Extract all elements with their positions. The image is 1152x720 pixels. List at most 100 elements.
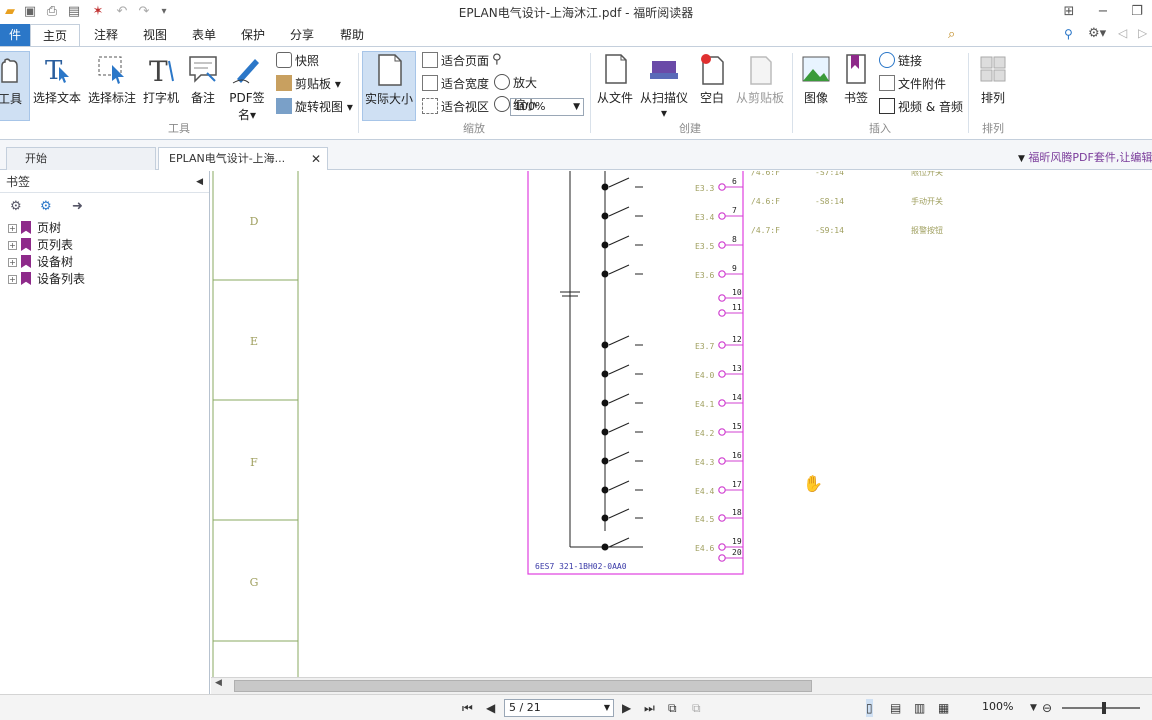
bookmark-goto-icon[interactable]: ➜: [72, 199, 83, 214]
prev-page-icon[interactable]: ◀: [486, 699, 495, 717]
junction-dot: [601, 370, 609, 378]
tab-file[interactable]: 件: [0, 24, 30, 46]
find-folder-icon[interactable]: ⌕: [948, 27, 955, 42]
arrange-icon: [980, 56, 1006, 82]
zoom-magnifier-icon: ⚲: [492, 52, 502, 67]
select-text-button[interactable]: T 选择文本: [32, 51, 82, 121]
link-icon: [879, 52, 895, 68]
zoom-slider-thumb[interactable]: [1102, 702, 1106, 714]
single-page-icon[interactable]: ▯: [866, 699, 873, 717]
next-page-icon[interactable]: ▶: [622, 699, 631, 717]
tab-form[interactable]: 表单: [182, 24, 226, 46]
tab-help[interactable]: 帮助: [330, 24, 374, 46]
row-letter-e: E: [250, 335, 258, 348]
pin-number: 20: [732, 548, 742, 557]
next-arrow-icon[interactable]: ▷: [1138, 26, 1147, 40]
hand-tool-button[interactable]: 工具: [0, 51, 30, 121]
hand-icon: [1, 58, 18, 83]
first-page-icon[interactable]: ⏮: [462, 699, 473, 717]
rotate-view-button[interactable]: 旋转视图 ▾: [276, 97, 353, 117]
tab-share[interactable]: 分享: [280, 24, 324, 46]
fit-visible-button[interactable]: 适合视区: [422, 97, 489, 117]
document-canvas[interactable]: D E F G 6ES7 321-1BH02-0AA0 E3.3 6 E3.4 7 E3…: [211, 171, 1152, 677]
terminal-circle: [718, 543, 726, 551]
clipboard-icon: [276, 75, 292, 91]
chevron-down-icon: ▼: [603, 703, 610, 712]
bookmark-item[interactable]: + 页树: [8, 220, 61, 237]
expand-icon[interactable]: +: [8, 275, 17, 284]
insert-bookmark-button[interactable]: 书签: [838, 51, 874, 121]
restore-button[interactable]: ❐: [1126, 2, 1148, 22]
page-number-input[interactable]: 5 / 21 ▼: [504, 699, 614, 717]
arrange-button[interactable]: 排列: [974, 51, 1012, 121]
continuous-icon[interactable]: ▤: [890, 699, 901, 717]
zoom-out-button[interactable]: 缩小: [494, 95, 537, 115]
select-annotation-button[interactable]: 选择标注: [86, 51, 138, 121]
actual-size-button[interactable]: 实际大小: [362, 51, 416, 121]
minimize-button[interactable]: −: [1092, 2, 1114, 22]
fit-page-button[interactable]: 适合页面: [422, 51, 489, 71]
bookmark-item[interactable]: + 设备树: [8, 254, 73, 271]
ribbon-separator: [590, 53, 591, 133]
file-attachment-button[interactable]: 文件附件: [879, 74, 946, 94]
search-icon[interactable]: ⚲: [1064, 27, 1073, 41]
zoom-level[interactable]: 100%: [982, 700, 1013, 713]
previous-view-icon[interactable]: ⧉: [668, 699, 677, 717]
scroll-thumb[interactable]: [234, 680, 812, 692]
facing-icon[interactable]: ▥: [914, 699, 925, 717]
pin-number: 16: [732, 451, 742, 460]
zoom-in-button[interactable]: 放大: [494, 73, 537, 93]
expand-icon[interactable]: +: [8, 241, 17, 250]
prev-arrow-icon[interactable]: ◁: [1118, 26, 1127, 40]
scroll-left-icon[interactable]: ◀: [215, 678, 222, 688]
switch-contact: [608, 364, 630, 375]
blank-page-button[interactable]: 空白: [694, 51, 730, 121]
pdf-sign-button[interactable]: PDF签名▾: [224, 51, 270, 122]
app-grid-icon[interactable]: ⊞: [1058, 2, 1080, 22]
tab-view[interactable]: 视图: [133, 24, 177, 46]
expand-icon[interactable]: +: [8, 224, 17, 233]
io-address: E3.6: [695, 271, 714, 280]
bookmark-item[interactable]: + 设备列表: [8, 271, 85, 288]
ribbon-separator: [792, 53, 793, 133]
continuous-facing-icon[interactable]: ▦: [938, 699, 949, 717]
from-scanner-button[interactable]: 从扫描仪▾: [638, 51, 690, 121]
last-page-icon[interactable]: ⏭: [644, 699, 655, 717]
terminal-circle: [718, 399, 726, 407]
close-icon[interactable]: ✕: [311, 148, 321, 170]
from-clipboard-button[interactable]: 从剪贴板: [734, 51, 786, 121]
note-button[interactable]: 备注: [185, 51, 221, 121]
gear-icon[interactable]: ⚙▾: [1088, 26, 1106, 41]
expand-icon[interactable]: +: [8, 258, 17, 267]
tab-start[interactable]: 开始: [6, 147, 156, 170]
tab-protect[interactable]: 保护: [231, 24, 275, 46]
promo-banner[interactable]: ▼ 福昕风腾PDF套件,让编辑: [1018, 149, 1152, 165]
attachment-icon: [879, 75, 895, 91]
typewriter-button[interactable]: T 打字机: [141, 51, 181, 121]
zoom-slider[interactable]: [1062, 702, 1140, 714]
tab-home[interactable]: 主页: [30, 24, 80, 47]
insert-image-button[interactable]: 图像: [798, 51, 834, 121]
junction-dot: [601, 514, 609, 522]
pin-number: 15: [732, 422, 742, 431]
switch-contact: [608, 480, 630, 491]
chevron-down-icon[interactable]: ▼: [1030, 699, 1037, 717]
tab-comment[interactable]: 注释: [84, 24, 128, 46]
bookmark-item[interactable]: + 页列表: [8, 237, 73, 254]
switch-contact: [608, 177, 630, 188]
from-file-button[interactable]: 从文件: [594, 51, 636, 121]
xref-page: /4.6:F: [751, 197, 780, 206]
tab-document[interactable]: EPLAN电气设计-上海... ✕: [158, 147, 328, 170]
bookmark-expand-icon[interactable]: ⚙: [10, 199, 22, 214]
fit-width-button[interactable]: 适合宽度: [422, 74, 489, 94]
snapshot-button[interactable]: 快照: [276, 51, 319, 71]
group-tools-label: 工具: [168, 122, 190, 135]
video-audio-button[interactable]: 视频 & 音频: [879, 97, 963, 117]
clipboard-button[interactable]: 剪贴板 ▾: [276, 74, 341, 94]
insert-link-button[interactable]: 链接: [879, 51, 922, 71]
horizontal-scrollbar[interactable]: ◀: [211, 677, 1152, 694]
collapse-panel-icon[interactable]: ◀: [196, 171, 203, 193]
zoom-out-small-icon[interactable]: ⊖: [1042, 699, 1052, 717]
bookmark-add-icon[interactable]: ⚙: [40, 199, 52, 214]
next-view-icon[interactable]: ⧉: [692, 699, 701, 717]
